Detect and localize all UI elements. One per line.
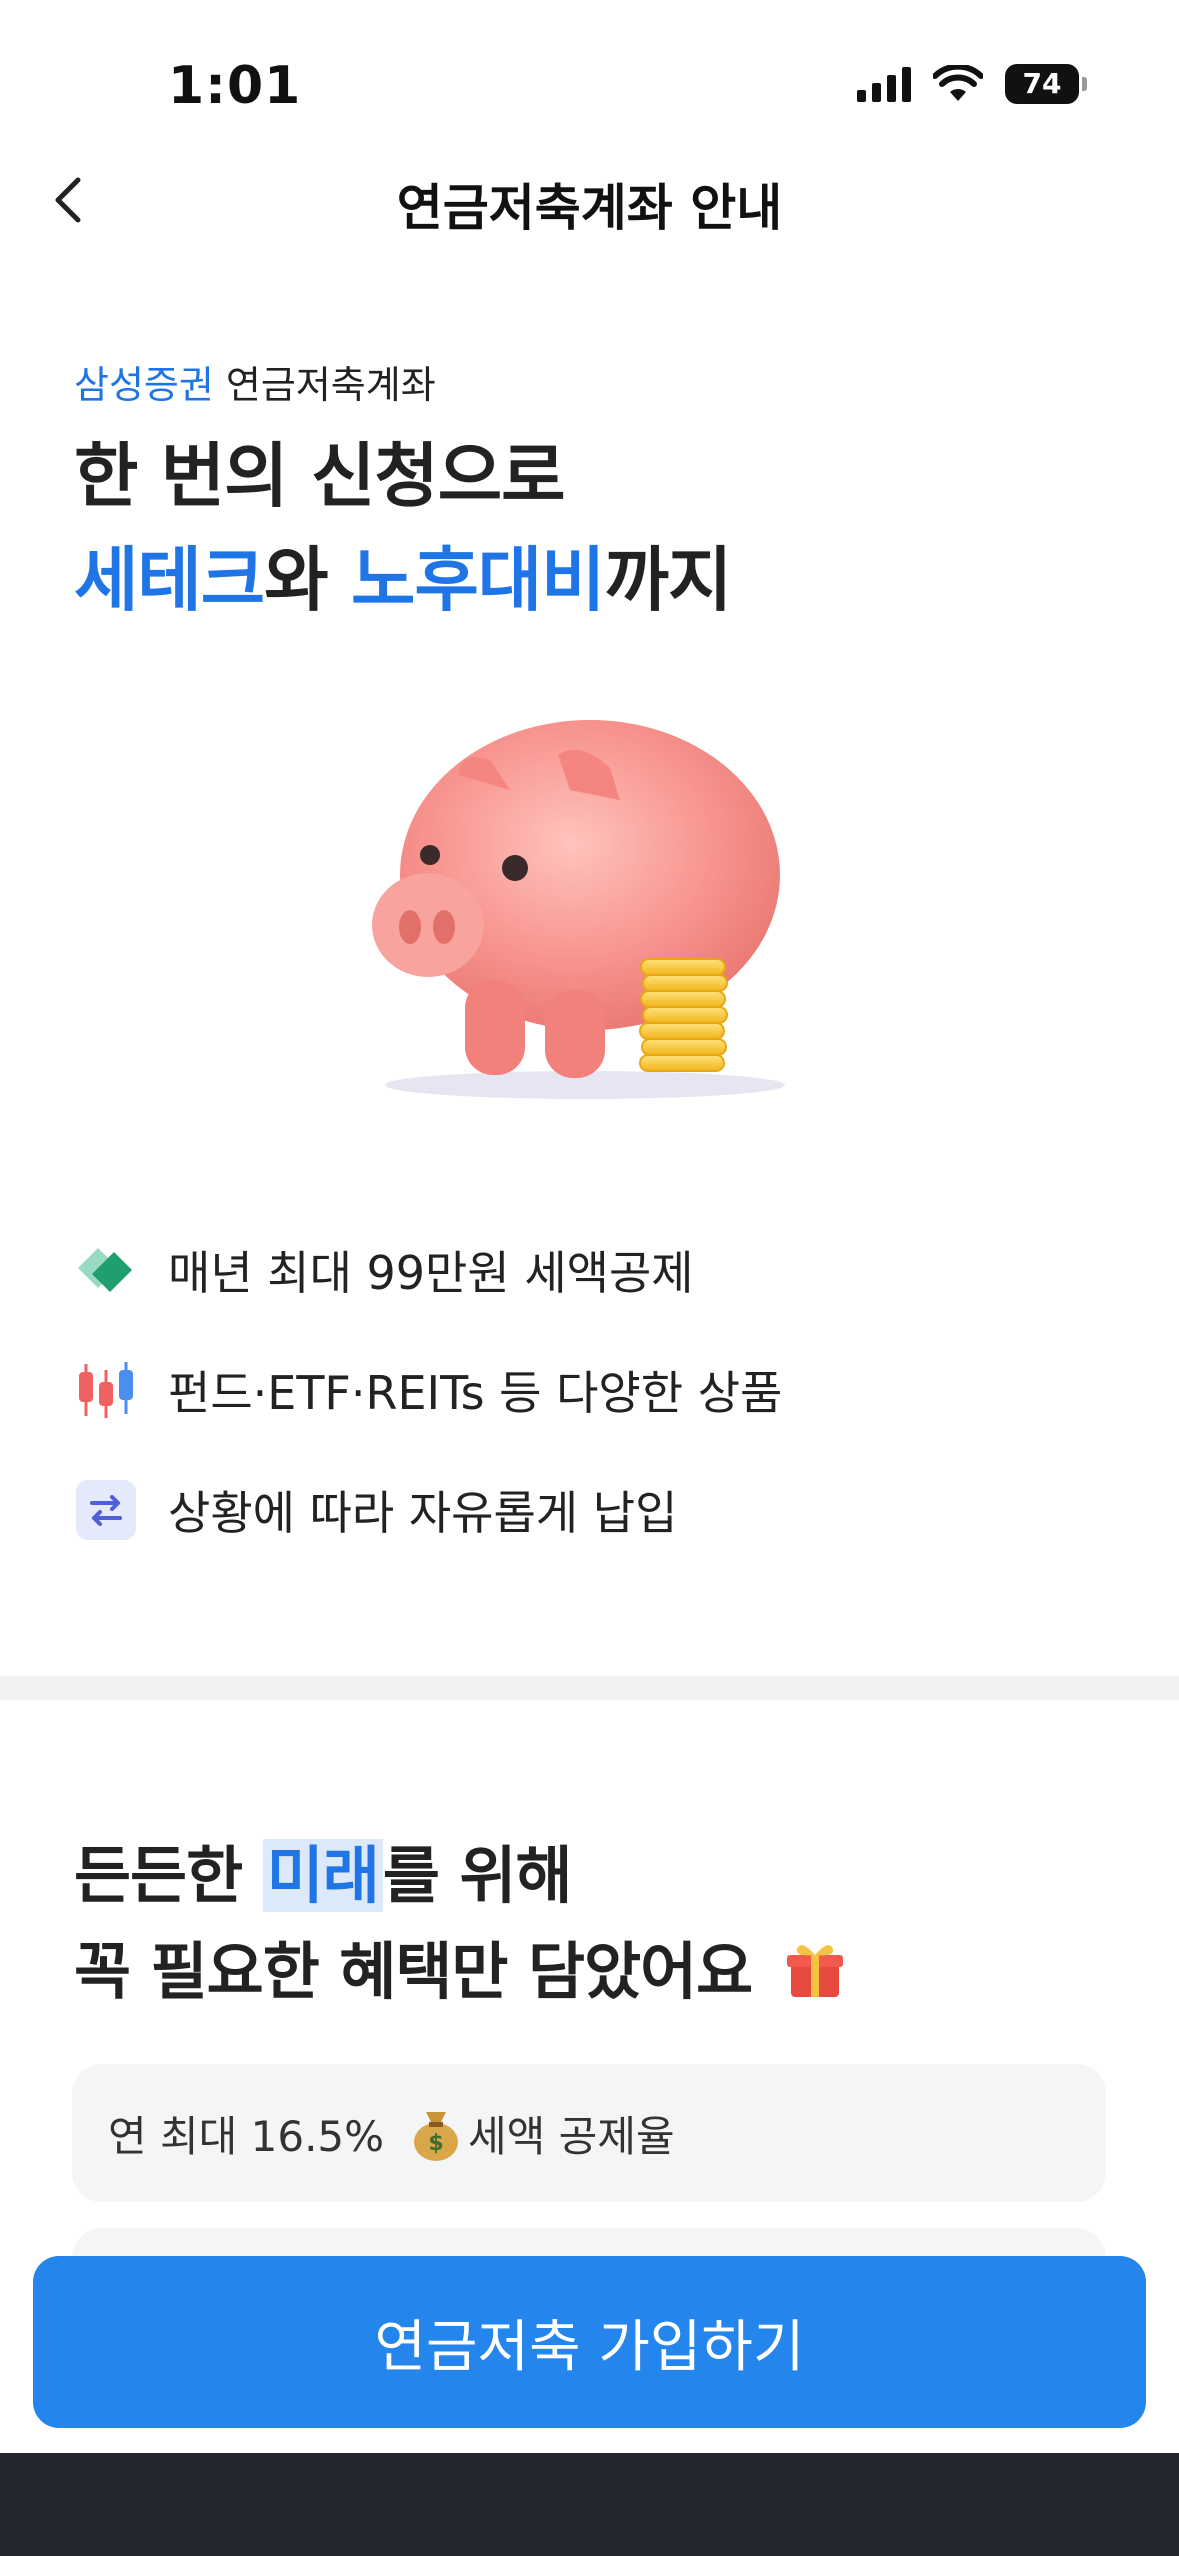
benefits-title-line2: 꼭 필요한 혜택만 담았어요 — [74, 1924, 847, 2020]
battery-indicator: 74 — [1005, 64, 1087, 104]
app-screen: 1:01 74 연금저축계좌 안내 삼성증권 연금저축계좌 한 번의 신청으로 … — [0, 0, 1179, 2556]
benefits-title-line1: 든든한 미래를 위해 — [74, 1828, 847, 1924]
feature-list: 매년 최대 99만원 세액공제 펀드·ETF·REITs 등 다양한 상품 상황… — [74, 1210, 1114, 1570]
benefit-value: 연 최대 16.5% — [108, 2111, 385, 2161]
benefits-title-line2-text: 꼭 필요한 혜택만 담았어요 — [74, 1935, 753, 2008]
bottom-bar — [0, 2453, 1179, 2556]
nav-bar: 연금저축계좌 안내 — [0, 150, 1179, 250]
section-divider — [0, 1676, 1179, 1700]
feature-text: 상황에 따라 자유롭게 납입 — [168, 1486, 678, 1540]
eyebrow-text: 연금저축계좌 — [213, 363, 436, 407]
status-icons: 74 — [857, 64, 1087, 104]
highlight-retirement: 노후대비 — [350, 539, 606, 621]
highlight-future: 미래 — [262, 1839, 383, 1912]
swap-arrows-icon — [74, 1478, 138, 1542]
money-bag-icon: $ — [414, 2112, 459, 2161]
hero-title-end: 까지 — [604, 539, 733, 621]
status-time: 1:01 — [168, 56, 302, 116]
hero-title: 한 번의 신청으로 세테크와 노후대비까지 — [74, 424, 733, 632]
benefits-title-pre: 든든한 — [74, 1839, 263, 1912]
list-item: 펀드·ETF·REITs 등 다양한 상품 — [74, 1330, 1114, 1450]
hero-title-line1: 한 번의 신청으로 — [74, 435, 566, 517]
svg-text:$: $ — [428, 2131, 443, 2156]
hero-title-connector: 와 — [264, 539, 351, 621]
feature-text: 매년 최대 99만원 세액공제 — [168, 1246, 694, 1300]
hero-title-line2: 세테크와 노후대비까지 — [74, 528, 733, 632]
list-item: 매년 최대 99만원 세액공제 — [74, 1210, 1114, 1330]
status-bar: 1:01 74 — [0, 0, 1179, 150]
candlestick-chart-icon — [74, 1358, 138, 1422]
feature-text: 펀드·ETF·REITs 등 다양한 상품 — [168, 1366, 783, 1420]
benefit-card: 연 최대 16.5% $ 세액 공제율 — [72, 2064, 1106, 2202]
gift-icon — [786, 1945, 843, 1997]
brand-name: 삼성증권 — [74, 363, 214, 407]
highlight-sechek: 세테크 — [74, 539, 265, 621]
benefit-label: 세액 공제율 — [468, 2111, 675, 2161]
benefits-title-post: 를 위해 — [382, 1839, 573, 1912]
join-pension-button[interactable]: 연금저축 가입하기 — [33, 2256, 1146, 2428]
wifi-icon — [933, 65, 983, 101]
piggy-bank-illustration — [360, 700, 830, 1120]
list-item: 상황에 따라 자유롭게 납입 — [74, 1450, 1114, 1570]
tax-deduction-icon — [74, 1238, 138, 1302]
benefits-title: 든든한 미래를 위해 꼭 필요한 혜택만 담았어요 — [74, 1828, 847, 2020]
cellular-signal-icon — [857, 66, 911, 102]
page-title: 연금저축계좌 안내 — [396, 179, 783, 237]
hero-eyebrow: 삼성증권 연금저축계좌 — [74, 354, 436, 409]
